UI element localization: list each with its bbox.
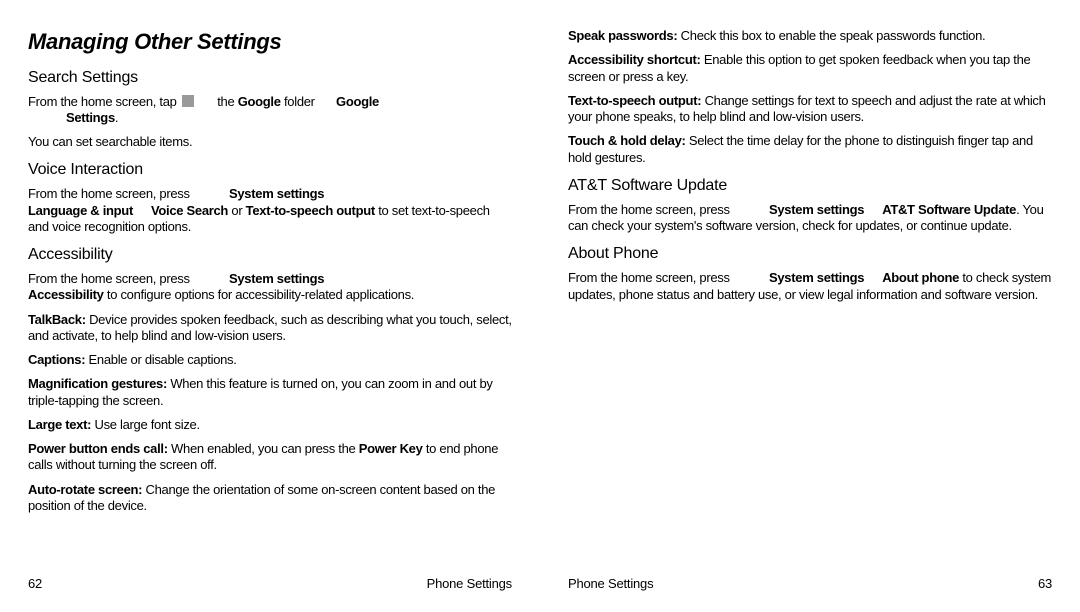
- att-body: From the home screen, press System setti…: [568, 202, 1052, 235]
- heading-att-update: AT&T Software Update: [568, 176, 1052, 196]
- acc-auto-rotate: Auto-rotate screen: Change the orientati…: [28, 482, 512, 515]
- heading-search-settings: Search Settings: [28, 68, 512, 88]
- heading-accessibility: Accessibility: [28, 245, 512, 265]
- apps-grid-icon: [182, 95, 194, 107]
- acc-touch-hold: Touch & hold delay: Select the time dela…: [568, 133, 1052, 166]
- page-title: Managing Other Settings: [28, 28, 512, 56]
- left-content: Managing Other Settings Search Settings …: [28, 28, 512, 576]
- heading-voice-interaction: Voice Interaction: [28, 160, 512, 180]
- page-number-left: 62: [28, 576, 42, 592]
- right-page: Speak passwords: Check this box to enabl…: [540, 0, 1080, 612]
- acc-power-button: Power button ends call: When enabled, yo…: [28, 441, 512, 474]
- acc-speak-passwords: Speak passwords: Check this box to enabl…: [568, 28, 1052, 44]
- acc-intro: From the home screen, press System setti…: [28, 271, 512, 304]
- about-body: From the home screen, press System setti…: [568, 270, 1052, 303]
- left-page: Managing Other Settings Search Settings …: [0, 0, 540, 612]
- acc-shortcut: Accessibility shortcut: Enable this opti…: [568, 52, 1052, 85]
- acc-captions: Captions: Enable or disable captions.: [28, 352, 512, 368]
- voice-p1: From the home screen, press System setti…: [28, 186, 512, 235]
- acc-tts: Text-to-speech output: Change settings f…: [568, 93, 1052, 126]
- search-line2: You can set searchable items.: [28, 134, 512, 150]
- search-line1: From the home screen, tap the Google fol…: [28, 94, 512, 127]
- acc-large-text: Large text: Use large font size.: [28, 417, 512, 433]
- acc-magnification: Magnification gestures: When this featur…: [28, 376, 512, 409]
- footer-label-right: Phone Settings: [568, 576, 653, 592]
- acc-talkback: TalkBack: Device provides spoken feedbac…: [28, 312, 512, 345]
- page-number-right: 63: [1038, 576, 1052, 592]
- right-footer: Phone Settings 63: [568, 576, 1052, 592]
- footer-label-left: Phone Settings: [427, 576, 512, 592]
- left-footer: 62 Phone Settings: [28, 576, 512, 592]
- right-content: Speak passwords: Check this box to enabl…: [568, 28, 1052, 576]
- heading-about-phone: About Phone: [568, 244, 1052, 264]
